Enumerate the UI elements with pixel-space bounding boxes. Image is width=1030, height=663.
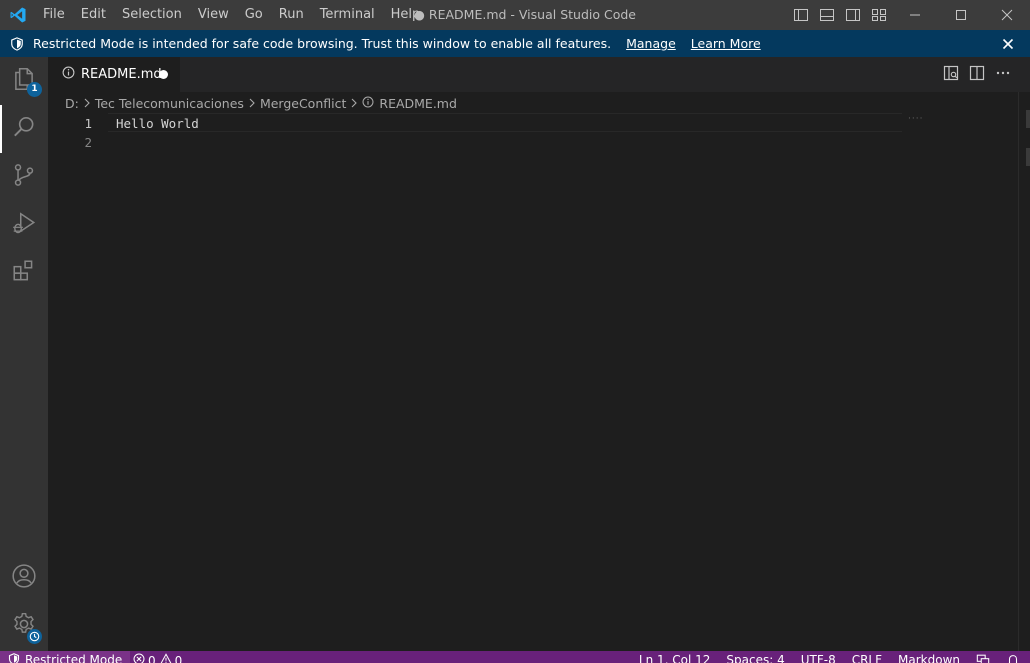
ellipsis-icon: [995, 65, 1011, 85]
manage-button[interactable]: [0, 602, 48, 650]
notifications-bell-icon[interactable]: [1006, 653, 1020, 663]
close-banner-icon[interactable]: [1000, 36, 1016, 52]
code-line[interactable]: Hello World: [116, 114, 199, 133]
menu-bar: File Edit Selection View Go Run Terminal…: [35, 0, 428, 30]
restricted-mode-banner: Restricted Mode is intended for safe cod…: [0, 30, 1030, 57]
warning-icon: [160, 653, 172, 663]
error-icon: [133, 653, 145, 663]
info-icon: [362, 96, 374, 111]
info-icon: [62, 66, 75, 83]
menu-edit[interactable]: Edit: [73, 0, 114, 30]
unsaved-dot-icon[interactable]: [159, 70, 168, 79]
search-icon: [11, 114, 37, 144]
run-and-debug-button[interactable]: [0, 201, 48, 249]
split-editor-icon: [969, 65, 985, 85]
tab-readme[interactable]: README.md: [48, 57, 181, 92]
run-debug-icon: [11, 210, 37, 240]
title-bar: File Edit Selection View Go Run Terminal…: [0, 0, 1030, 30]
toggle-secondary-sidebar-button[interactable]: [840, 0, 866, 30]
explorer-button[interactable]: 1: [0, 57, 48, 105]
encoding-status[interactable]: UTF-8: [801, 653, 836, 663]
account-icon: [11, 563, 37, 593]
scrollbar-marker: [1026, 148, 1030, 166]
menu-help[interactable]: Help: [383, 0, 429, 30]
current-line-highlight: [108, 113, 902, 132]
active-view-marker: [0, 105, 2, 153]
customize-layout-button[interactable]: [866, 0, 892, 30]
restricted-mode-status[interactable]: Restricted Mode: [0, 651, 131, 663]
activity-bar: 1: [0, 57, 48, 651]
extensions-button[interactable]: [0, 249, 48, 297]
source-control-icon: [11, 162, 37, 192]
indentation-status[interactable]: Spaces: 4: [726, 653, 784, 663]
more-actions-button[interactable]: [990, 57, 1016, 92]
close-window-button[interactable]: [984, 0, 1030, 30]
error-count: 0: [148, 653, 156, 663]
update-clock-icon: [27, 629, 42, 644]
eol-status[interactable]: CRLF: [852, 653, 882, 663]
source-control-button[interactable]: [0, 153, 48, 201]
menu-file[interactable]: File: [35, 0, 73, 30]
shield-icon: [0, 36, 33, 51]
chevron-right-icon: [247, 98, 257, 108]
open-preview-to-side-button[interactable]: [938, 57, 964, 92]
breadcrumb-drive[interactable]: D:: [65, 96, 79, 111]
search-button[interactable]: [0, 105, 48, 153]
line-number: 2: [84, 135, 92, 150]
breadcrumb-folder-2[interactable]: MergeConflict: [260, 96, 346, 111]
scrollbar-marker: [1026, 110, 1030, 128]
vscode-logo-icon: [0, 0, 35, 30]
explorer-badge: 1: [27, 82, 42, 97]
minimize-button[interactable]: [892, 0, 938, 30]
tab-label: README.md: [81, 67, 162, 82]
toggle-primary-sidebar-button[interactable]: [788, 0, 814, 30]
learn-more-link[interactable]: Learn More: [691, 36, 761, 51]
problems-status[interactable]: 0 0: [133, 653, 186, 663]
menu-selection[interactable]: Selection: [114, 0, 190, 30]
breadcrumb-file[interactable]: README.md: [362, 96, 457, 111]
manage-link[interactable]: Manage: [626, 36, 676, 51]
editor-scrollbar[interactable]: [1018, 92, 1030, 651]
split-editor-button[interactable]: [964, 57, 990, 92]
menu-run[interactable]: Run: [271, 0, 312, 30]
line-number: 1: [84, 116, 92, 131]
maximize-button[interactable]: [938, 0, 984, 30]
shield-icon: [8, 653, 20, 663]
status-bar: Restricted Mode 0 0 Ln 1, Col 12 Spaces:…: [0, 651, 1030, 663]
breadcrumb-folder-1[interactable]: Tec Telecomunicaciones: [95, 96, 244, 111]
menu-terminal[interactable]: Terminal: [312, 0, 383, 30]
chevron-right-icon: [349, 98, 359, 108]
banner-message: Restricted Mode is intended for safe cod…: [33, 36, 612, 51]
warning-count: 0: [174, 653, 183, 663]
menu-go[interactable]: Go: [237, 0, 271, 30]
window-title-text: README.md - Visual Studio Code: [428, 7, 636, 22]
line-number-gutter: 1 2: [48, 114, 104, 651]
minimap[interactable]: ····: [908, 114, 923, 124]
editor[interactable]: 1 2 Hello World ····: [48, 113, 1018, 651]
language-mode-status[interactable]: Markdown: [898, 653, 960, 663]
toggle-panel-button[interactable]: [814, 0, 840, 30]
cursor-position-status[interactable]: Ln 1, Col 12: [639, 653, 711, 663]
feedback-icon[interactable]: [976, 653, 990, 663]
accounts-button[interactable]: [0, 554, 48, 602]
chevron-right-icon: [82, 98, 92, 108]
extensions-icon: [11, 258, 37, 288]
breadcrumb-file-label: README.md: [379, 95, 457, 111]
breadcrumb: D: Tec Telecomunicaciones MergeConflict …: [48, 92, 1018, 114]
menu-view[interactable]: View: [190, 0, 237, 30]
preview-icon: [943, 65, 959, 85]
editor-tab-bar: README.md: [48, 57, 1030, 92]
restricted-mode-label: Restricted Mode: [25, 653, 123, 663]
